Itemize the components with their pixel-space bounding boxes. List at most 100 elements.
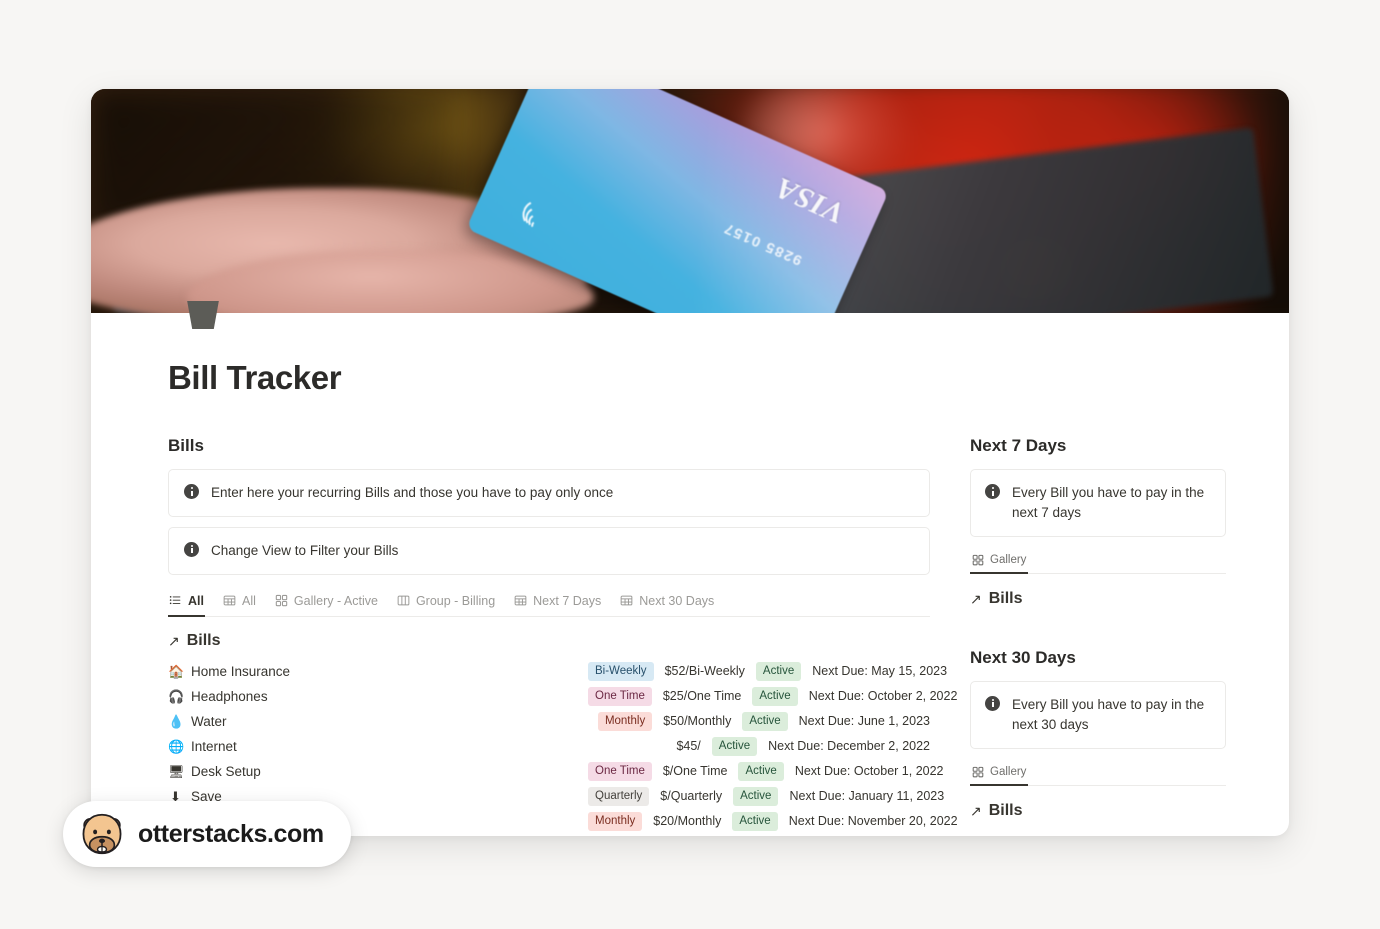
next-30-days-database-title[interactable]: ↗ Bills [970, 802, 1226, 820]
tab-gallery[interactable]: Gallery [970, 762, 1029, 786]
notion-page-card: VISA 9285 0157 Bill Tracker Bills Enter … [91, 89, 1289, 836]
database-title-label: Bills [988, 801, 1023, 819]
row-properties: Quarterly $/Quarterly Active Next Due: Janu… [588, 786, 945, 807]
row-properties: Monthly $20/Monthly Active Next Due: Novemb… [588, 811, 958, 832]
status-badge: Active [755, 661, 802, 682]
arrow-northeast-icon: ↗ [970, 590, 982, 607]
otterstacks-watermark[interactable]: otterstacks.com [63, 801, 351, 867]
billing-badge: Monthly [597, 711, 653, 732]
row-properties: Bi-Weekly $52/Bi-Weekly Active Next Due: Ma… [588, 661, 948, 682]
database-title-label: Bills [988, 589, 1023, 607]
amount-cell: $52/Bi-Weekly [664, 664, 745, 679]
callout-text: Every Bill you have to pay in the next 3… [1012, 696, 1205, 732]
tab-next-30-days[interactable]: Next 30 Days [619, 589, 715, 615]
arrow-northeast-icon: ↗ [168, 632, 180, 649]
row-properties: $45/Active Next Due: December 2, 2022 [588, 736, 930, 757]
next-due-cell: Next Due: January 11, 2023 [789, 789, 945, 804]
table-view-icon [514, 596, 527, 606]
amount-cell: $/Quarterly [660, 789, 723, 804]
table-row[interactable]: 🎧 Headphones One Time $25/One Time Active Nex… [168, 684, 957, 709]
cover-image[interactable]: VISA 9285 0157 [91, 89, 1289, 313]
next-7-days-database-title[interactable]: ↗ Bills [970, 590, 1226, 608]
callout-next-7-days: Every Bill you have to pay in the next 7… [970, 469, 1226, 537]
table-row[interactable]: 🌐 Internet $45/Active Next Due: December 2,… [168, 734, 930, 759]
tab-group-billing[interactable]: Group - Billing [396, 589, 496, 615]
next-due-cell: Next Due: October 2, 2022 [808, 689, 958, 704]
monitor-icon: 🖥 [168, 763, 185, 779]
database-title-bills[interactable]: ↗ Bills [168, 632, 930, 650]
tab-gallery[interactable]: Gallery [970, 550, 1029, 574]
row-properties: One Time $25/One Time Active Next Due: Octo… [588, 686, 958, 707]
row-name-label: Home Insurance [191, 663, 291, 679]
billing-badge: Bi-Weekly [588, 661, 654, 682]
row-name-cell: 💧 Water [168, 714, 588, 729]
gallery-view-icon [972, 554, 984, 566]
droplet-icon: 💧 [168, 713, 185, 729]
callout-text: Every Bill you have to pay in the next 7… [1012, 485, 1205, 520]
table-row[interactable]: 🖥 Desk Setup One Time $/One Time Active Next … [168, 759, 944, 784]
tab-label: Next 30 Days [639, 593, 715, 608]
tab-label: Group - Billing [415, 593, 496, 608]
status-badge: Active [733, 786, 779, 807]
callout-change-view: Change View to Filter your Bills [168, 526, 930, 575]
content-columns: Bills Enter here your recurring Bills an… [168, 436, 1226, 836]
tab-label: All [241, 593, 256, 608]
globe-icon: 🌐 [168, 738, 185, 754]
info-icon [184, 484, 199, 499]
status-badge: Active [711, 736, 758, 757]
callout-text: Enter here your recurring Bills and thos… [211, 485, 614, 500]
list-view-icon [169, 596, 181, 605]
arrow-northeast-icon: ↗ [970, 802, 982, 819]
board-view-icon [397, 596, 410, 606]
info-icon [985, 695, 1000, 711]
next-due-cell: Next Due: June 1, 2023 [798, 714, 930, 729]
tab-table-all[interactable]: All [222, 589, 257, 615]
status-badge: Active [752, 686, 798, 707]
amount-cell: $50/Monthly [663, 714, 732, 729]
row-name-cell: 🎧 Headphones [168, 689, 588, 704]
next-due-cell: Next Due: December 2, 2022 [768, 739, 930, 754]
info-icon [985, 484, 1000, 499]
table-row[interactable]: 🏠 Home Insurance Bi-Weekly $52/Bi-Weekly Act… [168, 659, 947, 684]
main-column: Bills Enter here your recurring Bills an… [168, 436, 958, 836]
callout-bills-intro: Enter here your recurring Bills and thos… [168, 469, 930, 517]
tab-label: Gallery [990, 765, 1027, 778]
screenshot-root: VISA 9285 0157 Bill Tracker Bills Enter … [0, 0, 1380, 929]
billing-badge: One Time [588, 686, 652, 707]
database-view-tabs: All All Gallery - Active Group - Billing… [168, 589, 930, 617]
tab-next-7-days[interactable]: Next 7 Days [513, 589, 602, 615]
tab-label: Gallery [990, 553, 1027, 566]
headphones-icon: 🎧 [168, 688, 185, 704]
page-icon[interactable] [187, 301, 219, 329]
status-badge: Active [738, 761, 784, 782]
next-due-cell: Next Due: May 15, 2023 [812, 664, 948, 679]
database-title-label: Bills [186, 631, 221, 649]
otter-logo [82, 813, 122, 855]
info-icon [184, 541, 199, 557]
tab-list-all[interactable]: All [168, 589, 205, 617]
bills-section-heading: Bills [168, 436, 204, 455]
tab-gallery-active[interactable]: Gallery - Active [274, 589, 379, 615]
next-7-days-view-tabs: Gallery [970, 550, 1226, 574]
row-name-label: Headphones [191, 688, 268, 704]
callout-text: Change View to Filter your Bills [211, 542, 399, 558]
row-properties: One Time $/One Time Active Next Due: Octobe… [588, 761, 944, 782]
next-30-days-view-tabs: Gallery [970, 762, 1226, 786]
next-30-days-heading: Next 30 Days [970, 647, 1076, 667]
gallery-view-icon [275, 595, 288, 607]
next-due-cell: Next Due: November 20, 2022 [788, 814, 958, 829]
page-title: Bill Tracker [168, 359, 342, 396]
amount-cell: $25/One Time [662, 689, 742, 704]
billing-badge: Quarterly [588, 786, 650, 807]
gallery-view-icon [972, 766, 984, 778]
amount-cell: $45/ [676, 739, 701, 754]
tab-label: Gallery - Active [293, 593, 378, 608]
next-due-cell: Next Due: October 1, 2022 [794, 764, 944, 779]
table-view-icon [620, 596, 633, 606]
watermark-text: otterstacks.com [138, 819, 324, 848]
page-content: Bill Tracker Bills Enter here your recur… [91, 359, 1289, 836]
billing-badge: One Time [588, 761, 652, 782]
table-row[interactable]: 💧 Water Monthly $50/Monthly Active Next Due: … [168, 709, 930, 734]
callout-next-30-days: Every Bill you have to pay in the next 3… [970, 680, 1226, 749]
table-view-icon [223, 596, 236, 606]
